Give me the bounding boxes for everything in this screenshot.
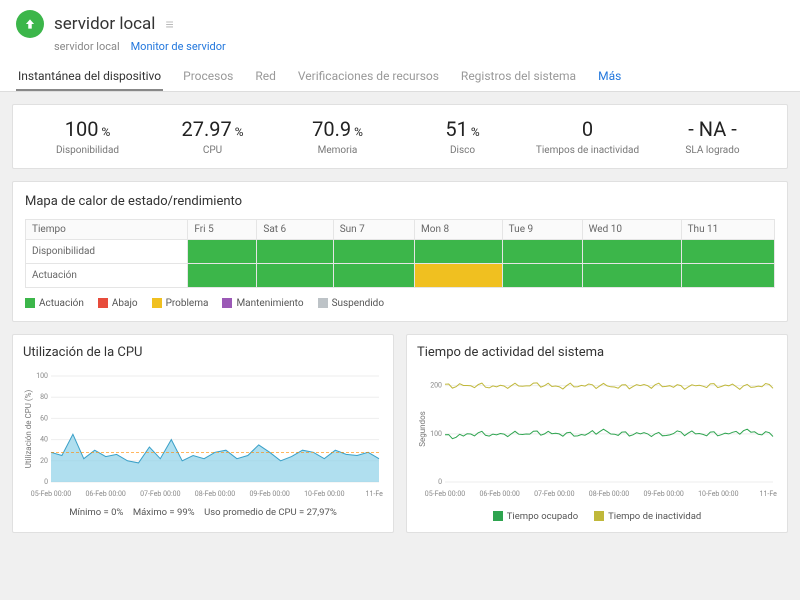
swatch-problem-icon: [152, 298, 162, 308]
metric-availability: 100 % Disponibilidad: [25, 117, 150, 156]
metric-cpu: 27.97 % CPU: [150, 117, 275, 156]
status-up-icon: [16, 10, 44, 38]
tab-logs[interactable]: Registros del sistema: [459, 63, 578, 91]
metric-memory: 70.9 % Memoria: [275, 117, 400, 156]
metric-downtime: 0 Tiempos de inactividad: [525, 117, 650, 156]
cpu-chart-title: Utilización de la CPU: [23, 345, 383, 360]
svg-text:06-Feb 00:00: 06-Feb 00:00: [479, 490, 519, 498]
page-title: servidor local: [54, 14, 155, 34]
title-row: servidor local ≡: [16, 10, 784, 38]
metric-sla: - NA - SLA logrado: [650, 117, 775, 156]
svg-text:09-Feb 00:00: 09-Feb 00:00: [643, 490, 683, 498]
svg-text:10-Feb 00:00: 10-Feb 00:00: [698, 490, 738, 498]
svg-text:08-Feb 00:00: 08-Feb 00:00: [589, 490, 629, 498]
metrics-card: 100 % Disponibilidad 27.97 % CPU 70.9 % …: [12, 104, 788, 169]
uptime-legend: Tiempo ocupado Tiempo de inactividad: [417, 511, 777, 522]
svg-text:09-Feb 00:00: 09-Feb 00:00: [249, 490, 289, 498]
svg-text:0: 0: [44, 478, 48, 486]
heatmap-table: Tiempo Fri 5 Sat 6 Sun 7 Mon 8 Tue 9 Wed…: [25, 219, 775, 288]
cpu-chart-stats: Mínimo = 0% Máximo = 99% Uso promedio de…: [23, 507, 383, 518]
heatmap-row-performance: Actuación: [26, 264, 775, 288]
heatmap-card: Mapa de calor de estado/rendimiento Tiem…: [12, 181, 788, 322]
uptime-chart-card: Tiempo de actividad del sistema 01002000…: [406, 334, 788, 533]
heatmap-legend: Actuación Abajo Problema Mantenimiento S…: [25, 298, 775, 309]
tab-resources[interactable]: Verificaciones de recursos: [296, 63, 441, 91]
swatch-maintenance-icon: [222, 298, 232, 308]
breadcrumb: servidor local Monitor de servidor: [54, 40, 784, 53]
tab-bar: Instantánea del dispositivo Procesos Red…: [16, 63, 784, 91]
swatch-idle-icon: [594, 511, 604, 521]
swatch-suspended-icon: [318, 298, 328, 308]
svg-text:Utilización de CPU (%): Utilización de CPU (%): [24, 389, 33, 468]
svg-text:10-Feb 00:00: 10-Feb 00:00: [304, 490, 344, 498]
svg-text:05-Feb 00:00: 05-Feb 00:00: [425, 490, 465, 498]
page-header: servidor local ≡ servidor local Monitor …: [0, 0, 800, 92]
breadcrumb-home: servidor local: [54, 40, 120, 53]
svg-text:60: 60: [40, 414, 48, 422]
svg-text:80: 80: [40, 393, 48, 401]
charts-row: Utilización de la CPU 0 20 40 60 80 100 05-Feb…: [12, 334, 788, 533]
tab-processes[interactable]: Procesos: [181, 63, 235, 91]
tab-snapshot[interactable]: Instantánea del dispositivo: [16, 63, 163, 91]
svg-text:11-Feb 0: 11-Feb 0: [366, 490, 383, 498]
swatch-down-icon: [98, 298, 108, 308]
tab-network[interactable]: Red: [253, 63, 278, 91]
cpu-chart-card: Utilización de la CPU 0 20 40 60 80 100 05-Feb…: [12, 334, 394, 533]
svg-text:100: 100: [430, 430, 442, 438]
svg-text:08-Feb 00:00: 08-Feb 00:00: [195, 490, 235, 498]
heatmap-title: Mapa de calor de estado/rendimiento: [25, 194, 775, 209]
metric-disk: 51 % Disco: [400, 117, 525, 156]
svg-text:11-Feb 0: 11-Feb 0: [760, 490, 777, 498]
svg-text:07-Feb 00:00: 07-Feb 00:00: [534, 490, 574, 498]
swatch-busy-icon: [493, 511, 503, 521]
heatmap-time-header: Tiempo: [26, 220, 188, 240]
tab-more[interactable]: Más: [596, 63, 623, 91]
uptime-chart[interactable]: 0 100 200 05-Feb 00:00 06-Feb 00:00 07-Feb 00…: [417, 370, 777, 500]
svg-text:06-Feb 00:00: 06-Feb 00:00: [85, 490, 125, 498]
heatmap-row-availability: Disponibilidad: [26, 240, 775, 264]
svg-text:20: 20: [40, 457, 48, 465]
svg-text:200: 200: [430, 382, 442, 390]
content: 100 % Disponibilidad 27.97 % CPU 70.9 % …: [0, 92, 800, 545]
svg-text:07-Feb 00:00: 07-Feb 00:00: [140, 490, 180, 498]
svg-text:100: 100: [36, 372, 48, 380]
svg-text:05-Feb 00:00: 05-Feb 00:00: [31, 490, 71, 498]
menu-icon[interactable]: ≡: [165, 16, 173, 33]
swatch-up-icon: [25, 298, 35, 308]
uptime-chart-title: Tiempo de actividad del sistema: [417, 345, 777, 360]
cpu-chart[interactable]: 0 20 40 60 80 100 05-Feb 00:00 06-Feb 00:00 07-F…: [23, 370, 383, 500]
breadcrumb-link[interactable]: Monitor de servidor: [131, 40, 226, 53]
svg-text:Segundos: Segundos: [418, 411, 427, 447]
svg-text:40: 40: [40, 436, 48, 444]
svg-text:0: 0: [438, 478, 442, 486]
